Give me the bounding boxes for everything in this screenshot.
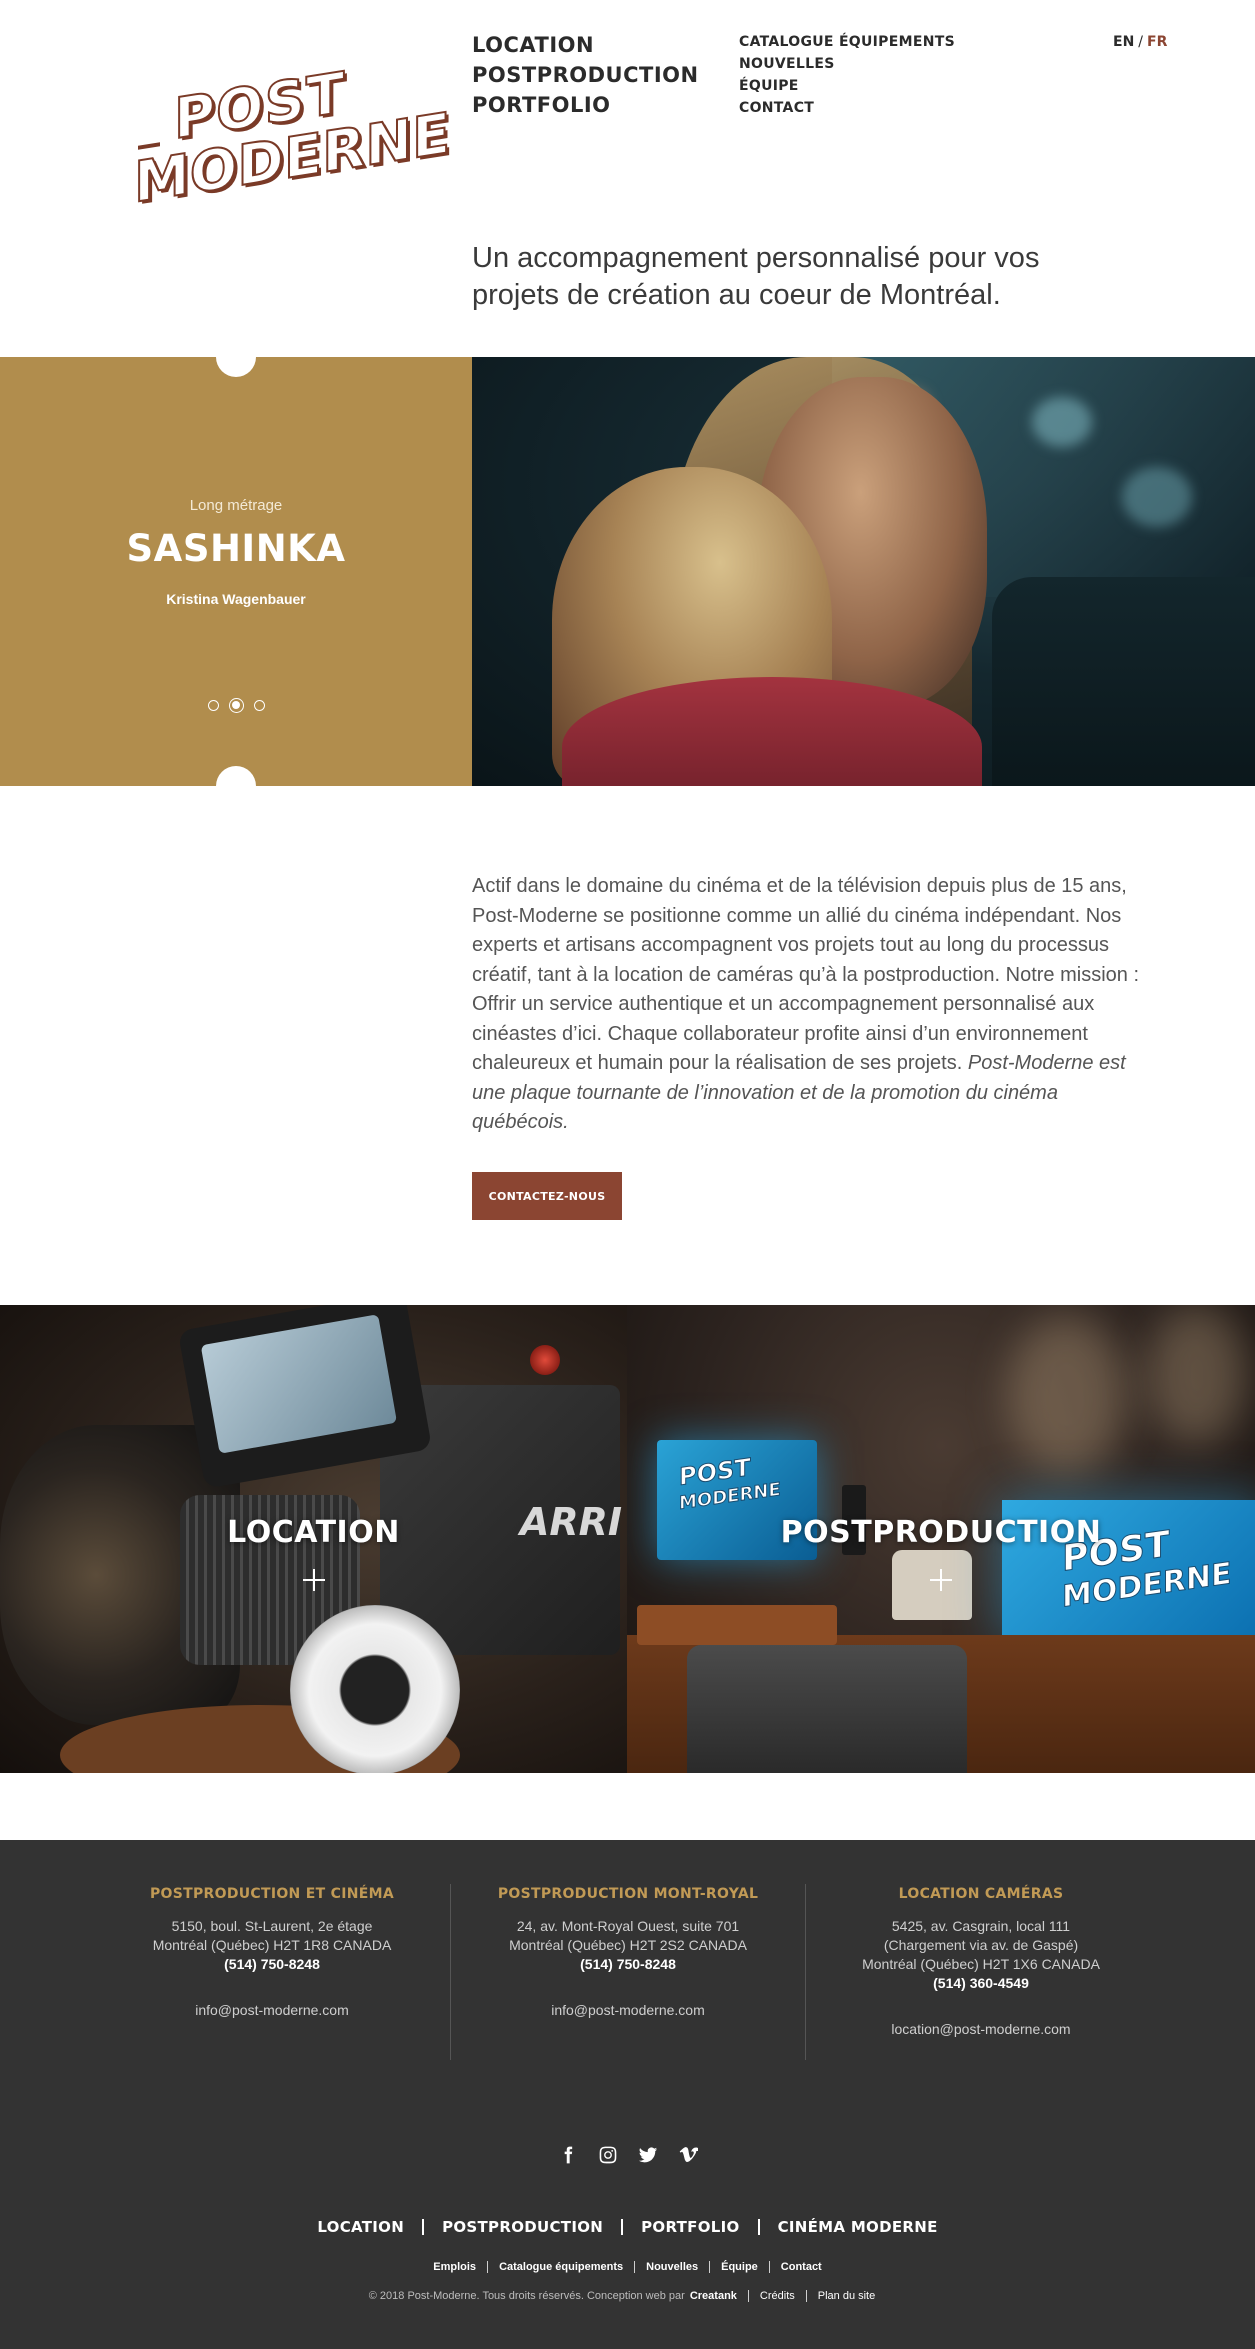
lang-en[interactable]: EN [1113, 34, 1134, 50]
phone-link[interactable]: (514) 750-8248 [102, 1955, 442, 1974]
twitter-icon[interactable] [638, 2144, 658, 2166]
address-line: Montréal (Québec) H2T 1R8 CANADA [152, 1937, 392, 1953]
footer-location-3: LOCATION CAMÉRAS 5425, av. Casgrain, loc… [811, 1886, 1151, 2037]
car-door [992, 577, 1255, 786]
bokeh-light [1122, 467, 1192, 527]
address-line: (Chargement via av. de Gaspé) [883, 1937, 1079, 1953]
footer-main-nav: LOCATION POSTPRODUCTION PORTFOLIO CINÉMA… [0, 2218, 1255, 2236]
wall-light [1147, 1305, 1247, 1445]
agency-link[interactable]: Creatank [690, 2290, 748, 2302]
nav-postproduction[interactable]: POSTPRODUCTION [472, 60, 699, 90]
footer-location-2: POSTPRODUCTION MONT-ROYAL 24, av. Mont-R… [458, 1886, 798, 2018]
slider-dot-1[interactable] [207, 700, 219, 711]
footer-nav-location[interactable]: LOCATION [299, 2218, 422, 2236]
hero-info-panel: Long métrage SASHINKA Kristina Wagenbaue… [0, 357, 472, 786]
hero-author: Kristina Wagenbauer [166, 591, 306, 607]
service-label: LOCATION [227, 1515, 400, 1550]
lang-separator: / [1138, 34, 1143, 50]
footer-location-title: POSTPRODUCTION ET CINÉMA [150, 1886, 394, 1902]
credits-link[interactable]: Crédits [749, 2290, 806, 2302]
facebook-icon[interactable] [558, 2144, 578, 2166]
slider-dot-3[interactable] [253, 700, 265, 711]
footer-secondary-links: Emplois Catalogue équipements Nouvelles … [0, 2261, 1255, 2273]
social-links [0, 2144, 1255, 2166]
address-line: 24, av. Mont-Royal Ouest, suite 701 [516, 1918, 740, 1934]
panel-notch-top [216, 357, 256, 377]
panel-notch-bottom [216, 766, 256, 786]
bokeh-light [1032, 397, 1092, 447]
footer-nav-postproduction[interactable]: POSTPRODUCTION [424, 2218, 621, 2236]
slider-dots [0, 698, 472, 713]
language-switcher: EN / FR [1113, 34, 1167, 50]
footer-link-contact[interactable]: Contact [770, 2261, 833, 2273]
hero-slider: Long métrage SASHINKA Kristina Wagenbaue… [0, 357, 1255, 786]
wall-light [1007, 1315, 1127, 1475]
footer: POSTPRODUCTION ET CINÉMA 5150, boul. St-… [0, 1840, 1255, 2349]
footer-nav-portfolio[interactable]: PORTFOLIO [623, 2218, 757, 2236]
nav-contact[interactable]: CONTACT [739, 97, 955, 119]
phone-link[interactable]: (514) 750-8248 [458, 1955, 798, 1974]
logo[interactable]: POST MODERNE [133, 59, 451, 217]
footer-link-equipe[interactable]: Équipe [710, 2261, 769, 2273]
slider-dot-2[interactable] [228, 698, 244, 713]
email-link[interactable]: info@post-moderne.com [458, 2002, 798, 2018]
monitor-screen [200, 1314, 398, 1454]
footer-location-1: POSTPRODUCTION ET CINÉMA 5150, boul. St-… [102, 1886, 442, 2018]
hero-category: Long métrage [189, 497, 283, 514]
about-paragraph: Actif dans le domaine du cinéma et de la… [472, 875, 1140, 1074]
tagline: Un accompagnement personnalisé pour vos … [472, 242, 1040, 311]
address-line: 5425, av. Casgrain, local 111 [891, 1918, 1071, 1934]
coffee-table [637, 1605, 837, 1645]
footer-location-title: POSTPRODUCTION MONT-ROYAL [497, 1886, 759, 1902]
footer-link-catalogue[interactable]: Catalogue équipements [488, 2261, 634, 2273]
footer-divider [805, 1884, 806, 2060]
about-text: Actif dans le domaine du cinéma et de la… [472, 872, 1140, 1138]
nav-equipe[interactable]: ÉQUIPE [739, 75, 955, 97]
phone-link[interactable]: (514) 360-4549 [811, 1974, 1151, 1993]
service-label: POSTPRODUCTION [780, 1515, 1102, 1550]
footer-divider [450, 1884, 451, 2060]
main-nav: LOCATION POSTPRODUCTION PORTFOLIO [472, 30, 699, 120]
footer-link-nouvelles[interactable]: Nouvelles [635, 2261, 709, 2273]
secondary-nav: CATALOGUE ÉQUIPEMENTS NOUVELLES ÉQUIPE C… [739, 31, 955, 119]
lang-fr[interactable]: FR [1147, 34, 1167, 50]
address-line: Montréal (Québec) H2T 2S2 CANADA [509, 1937, 747, 1953]
contact-button[interactable]: CONTACTEZ-NOUS [472, 1172, 622, 1220]
email-link[interactable]: info@post-moderne.com [102, 2002, 442, 2018]
footer-link-emplois[interactable]: Emplois [422, 2261, 487, 2273]
instagram-icon[interactable] [598, 2144, 618, 2166]
grading-console [687, 1645, 967, 1773]
plus-icon [930, 1569, 952, 1591]
email-link[interactable]: location@post-moderne.com [811, 2021, 1151, 2037]
hero-image[interactable] [472, 357, 1255, 786]
footer-nav-cinema-moderne[interactable]: CINÉMA MODERNE [760, 2218, 956, 2236]
follow-focus-wheel [290, 1605, 460, 1773]
nav-nouvelles[interactable]: NOUVELLES [739, 53, 955, 75]
address-line: Montréal (Québec) H2T 1X6 CANADA [862, 1956, 1100, 1972]
service-tile-postproduction[interactable]: POST MODERNE POST MODERNE POSTPRODUCTION [627, 1305, 1255, 1773]
copyright-bar: © 2018 Post-Moderne. Tous droits réservé… [0, 2290, 1255, 2302]
screen-logo: POST MODERNE [679, 1451, 782, 1515]
nav-catalogue[interactable]: CATALOGUE ÉQUIPEMENTS [739, 31, 955, 53]
service-tile-location[interactable]: ARRI LOCATION [0, 1305, 627, 1773]
vimeo-icon[interactable] [678, 2144, 698, 2166]
nav-location[interactable]: LOCATION [472, 30, 699, 60]
nav-portfolio[interactable]: PORTFOLIO [472, 90, 699, 120]
hero-title[interactable]: SASHINKA [0, 527, 472, 570]
sitemap-link[interactable]: Plan du site [807, 2290, 886, 2302]
copyright-text: © 2018 Post-Moderne. Tous droits réservé… [368, 2290, 685, 2302]
footer-location-title: LOCATION CAMÉRAS [898, 1886, 1064, 1902]
camera-red-button [530, 1345, 560, 1375]
address-line: 5150, boul. St-Laurent, 2e étage [171, 1918, 373, 1934]
plus-icon [302, 1569, 325, 1591]
